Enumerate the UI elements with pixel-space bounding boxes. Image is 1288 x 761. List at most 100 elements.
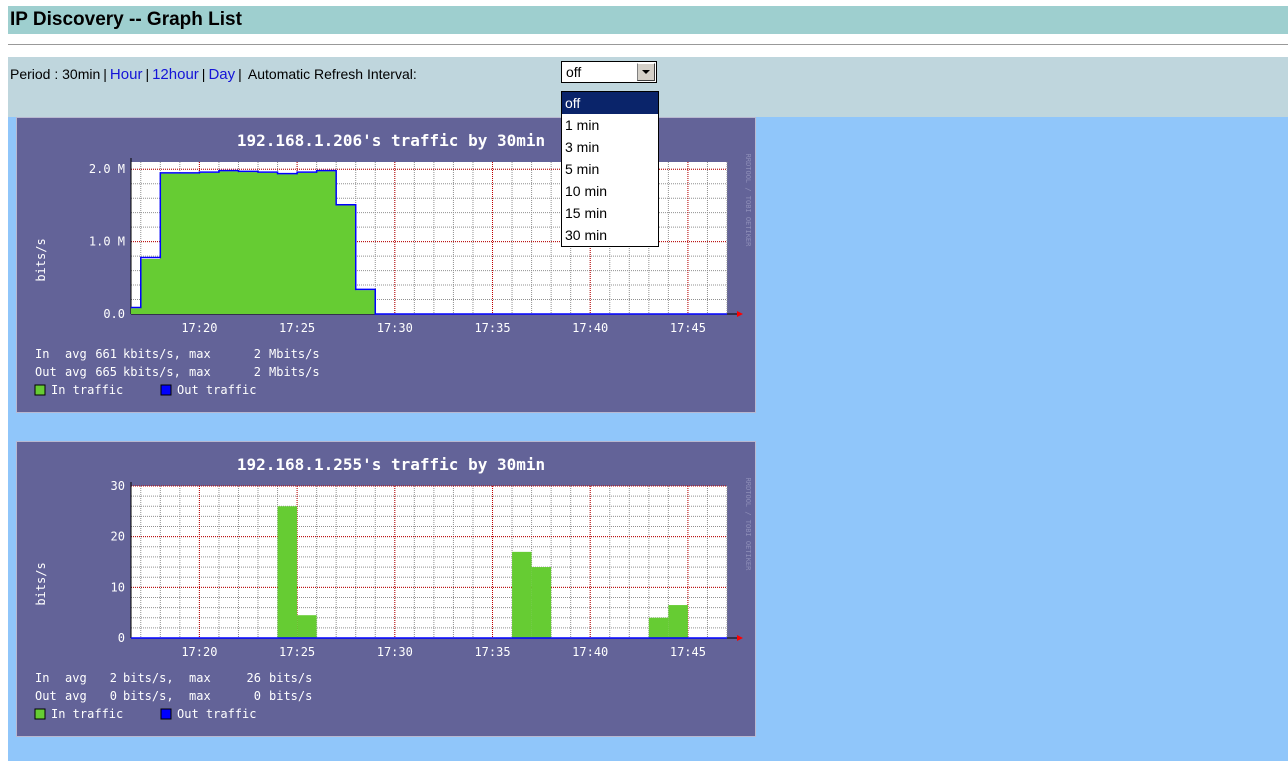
y-tick-label: 2.0 M <box>89 162 125 176</box>
legend-swatch-out <box>160 708 172 720</box>
x-tick-label: 17:25 <box>279 321 315 335</box>
x-axis-arrow <box>737 635 743 641</box>
period-current: 30min <box>62 66 101 82</box>
period-link-12hour[interactable]: 12hour <box>152 66 199 83</box>
stat-max-label: max <box>189 671 211 685</box>
stat-max-label: max <box>189 365 211 379</box>
option-10-min[interactable]: 10 min <box>562 180 658 202</box>
x-tick-label: 17:20 <box>181 645 217 659</box>
y-ticks: 0.0 1.0 M 2.0 M <box>89 162 125 321</box>
refresh-label: Automatic Refresh Interval: <box>247 66 417 82</box>
stat-max-value: 26 <box>247 671 261 685</box>
y-tick-label: 30 <box>111 479 125 493</box>
x-ticks: 17:20 17:25 17:30 17:35 17:40 17:45 <box>181 321 706 335</box>
stat-max-unit: bits/s <box>269 671 312 685</box>
stat-avg-value: 0 <box>110 689 117 703</box>
option-1-min[interactable]: 1 min <box>562 114 658 136</box>
stat-max-unit: Mbits/s <box>269 347 320 361</box>
graph-title: 192.168.1.206's traffic by 30min <box>237 131 545 150</box>
period-text: Period : 30min | Hour | 12hour | Day | Automati… <box>10 66 417 83</box>
x-tick-label: 17:45 <box>670 321 706 335</box>
x-tick-label: 17:30 <box>377 645 413 659</box>
stat-avg-value: 665 <box>95 365 117 379</box>
legend: In traffic Out traffic <box>34 383 256 397</box>
option-30-min[interactable]: 30 min <box>562 224 658 246</box>
stat-avg-label: avg <box>65 671 87 685</box>
stat-max-unit: bits/s <box>269 689 312 703</box>
stat-name: Out <box>35 365 57 379</box>
period-link-day[interactable]: Day <box>208 66 235 83</box>
legend-swatch-in <box>34 384 46 396</box>
y-tick-label: 0.0 <box>103 307 125 321</box>
chevron-down-icon <box>642 70 650 74</box>
plot-grid <box>130 482 743 641</box>
page-header: IP Discovery -- Graph List <box>8 6 1288 34</box>
x-tick-label: 17:40 <box>572 645 608 659</box>
y-axis-label: bits/s <box>34 562 48 605</box>
stats-row-in: In avg 661 kbits/s, max 2 Mbits/s <box>35 347 320 361</box>
stat-max-label: max <box>189 689 211 703</box>
y-tick-label: 10 <box>111 580 125 594</box>
stat-max-value: 2 <box>254 347 261 361</box>
in-traffic-bar <box>277 506 298 638</box>
x-tick-label: 17:40 <box>572 321 608 335</box>
option-3-min[interactable]: 3 min <box>562 136 658 158</box>
stat-name: Out <box>35 689 57 703</box>
stats-row-in: In avg 2 bits/s, max 26 bits/s <box>35 671 312 685</box>
stat-avg-label: avg <box>65 689 87 703</box>
legend-label-out: Out traffic <box>177 383 256 397</box>
x-tick-label: 17:35 <box>474 321 510 335</box>
in-traffic-bar <box>668 605 688 638</box>
x-tick-label: 17:20 <box>181 321 217 335</box>
stat-max-value: 0 <box>254 689 261 703</box>
dropdown-button[interactable] <box>637 63 655 81</box>
x-tick-label: 17:45 <box>670 645 706 659</box>
option-off[interactable]: off <box>562 92 658 114</box>
legend-label-out: Out traffic <box>177 707 256 721</box>
legend-swatch-in <box>34 708 46 720</box>
x-tick-label: 17:25 <box>279 645 315 659</box>
page-title: IP Discovery -- Graph List <box>10 9 242 30</box>
x-axis-arrow <box>737 311 743 317</box>
x-ticks: 17:20 17:25 17:30 17:35 17:40 17:45 <box>181 645 706 659</box>
stats-row-out: Out avg 665 kbits/s, max 2 Mbits/s <box>35 365 320 379</box>
stat-max-unit: Mbits/s <box>269 365 320 379</box>
rrdtool-watermark: RRDTOOL / TOBI OETIKER <box>744 478 752 572</box>
stat-name: In <box>35 347 49 361</box>
legend-swatch-out <box>160 384 172 396</box>
stat-max-label: max <box>189 347 211 361</box>
stat-avg-value: 661 <box>95 347 117 361</box>
option-5-min[interactable]: 5 min <box>562 158 658 180</box>
stat-avg-value: 2 <box>110 671 117 685</box>
stat-avg-unit: kbits/s, <box>123 347 181 361</box>
legend-label-in: In traffic <box>51 383 123 397</box>
plot-background <box>131 486 727 638</box>
y-tick-label: 0 <box>118 631 125 645</box>
traffic-graph-192-168-1-255[interactable]: 192.168.1.255's traffic by 30min bits/s … <box>16 441 756 737</box>
y-axis-label: bits/s <box>34 238 48 281</box>
stat-avg-unit: bits/s, <box>123 689 174 703</box>
divider <box>8 44 1288 45</box>
legend: In traffic Out traffic <box>34 707 256 721</box>
rrdtool-watermark: RRDTOOL / TOBI OETIKER <box>744 154 752 248</box>
stat-name: In <box>35 671 49 685</box>
period-link-hour[interactable]: Hour <box>110 66 143 83</box>
y-tick-label: 1.0 M <box>89 235 125 249</box>
in-traffic-bar <box>531 567 552 638</box>
y-tick-label: 20 <box>111 530 125 544</box>
in-traffic-bar <box>648 617 669 638</box>
stat-avg-unit: kbits/s, <box>123 365 181 379</box>
in-traffic-bar <box>297 615 317 638</box>
x-tick-label: 17:35 <box>474 645 510 659</box>
stat-max-value: 2 <box>254 365 261 379</box>
option-15-min[interactable]: 15 min <box>562 202 658 224</box>
stat-avg-label: avg <box>65 365 87 379</box>
graph-title: 192.168.1.255's traffic by 30min <box>237 455 545 474</box>
x-tick-label: 17:30 <box>377 321 413 335</box>
refresh-interval-options: off 1 min 3 min 5 min 10 min 15 min 30 m… <box>561 91 659 247</box>
refresh-selected-value: off <box>566 64 582 80</box>
in-traffic-bar <box>512 551 532 638</box>
refresh-interval-select[interactable]: off <box>561 61 657 83</box>
stat-avg-label: avg <box>65 347 87 361</box>
stats-row-out: Out avg 0 bits/s, max 0 bits/s <box>35 689 312 703</box>
